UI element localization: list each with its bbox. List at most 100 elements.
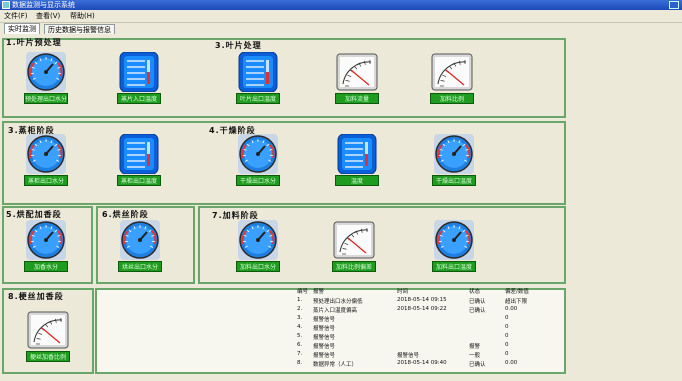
dial-gauge-icon [434,220,474,260]
table-row[interactable]: 6. 报警信号 报警 0 [283,342,563,351]
gauge-steam-outlet-moisture: 蒸柜出口水分 [22,134,70,186]
menu-help[interactable]: 帮助(H) [70,10,95,22]
dial-gauge-icon [26,134,66,174]
table-cell: 数据异常（人工） [313,362,358,368]
minimize-button[interactable] [669,1,679,9]
alarm-table-header: 编号 报警 时间 状态 偏差/数值 [283,287,563,296]
gauge-label: 烘丝出口水分 [118,261,162,272]
table-cell: 一般 [469,353,481,359]
table-cell: 报警信号 [313,353,336,359]
table-cell: 报警信号 [397,353,420,359]
gauge-steam-inlet-temp: 蒸片入口温度 [115,52,163,104]
gauge-pretreat-moisture: 预处理出口水分 [22,52,70,104]
gauge-label: 叶片出口温度 [236,93,280,104]
dial-gauge-icon [434,134,474,174]
table-cell: 2018-05-14 09:22 [397,306,447,312]
panel-leaf-processing [2,38,566,118]
gauge-label: 梗丝加香比例 [26,351,70,362]
table-row[interactable]: 5. 报警信号 0 [283,333,563,342]
table-cell: 报警 [469,344,481,350]
table-row[interactable]: 2. 蒸片入口温度偏高 2018-05-14 09:22 已确认 0.00 [283,306,563,315]
gauge-label: 加香水分 [24,261,68,272]
table-cell: 报警信号 [313,317,336,323]
table-cell: 2018-05-14 09:40 [397,360,447,366]
menu-bar: 文件(F) 查看(V) 帮助(H) [0,10,682,23]
gauge-dry-outlet-moisture: 干燥出口水分 [234,134,282,186]
dial-gauge-icon [238,134,278,174]
table-cell: 报警信号 [313,326,336,332]
gauge-dry-outlet-temp: 干燥出口温度 [430,134,478,186]
table-row[interactable]: 4. 报警信号 0 [283,324,563,333]
panel-title-1: 1.叶片预处理 [6,38,62,47]
window-title: 数据监测与显示系统 [12,1,75,9]
tab-strip: 实时监测 历史数据与报警信息 [0,23,682,35]
table-row[interactable]: 3. 报警信号 0 [283,315,563,324]
table-row[interactable]: 1. 预处理出口水分偏低 2018-05-14 09:15 已确认 超出下限 [283,297,563,306]
gauge-feed-ratio-deviation: 加料比例偏差 [330,220,378,272]
table-cell: 已确认 [469,308,486,314]
gauge-leaf-outlet-temp: 叶片出口温度 [234,52,282,104]
gauge-temperature: 温度 [333,134,381,186]
meter-gauge-icon [27,311,69,349]
digital-gauge-icon [238,52,278,92]
table-cell: 2018-05-14 09:15 [397,297,447,303]
alarm-table: 编号 报警 时间 状态 偏差/数值 1. 预处理出口水分偏低 2018-05-14 … [283,287,563,377]
header-cell: 时间 [397,289,409,295]
dial-gauge-icon [120,220,160,260]
table-cell: 0.00 [505,306,518,312]
table-cell: 已确认 [469,362,486,368]
panel-title-5: 5.烘配加香段 [6,210,62,219]
gauge-label: 干燥出口水分 [236,175,280,186]
table-cell: 6. [297,342,303,348]
title-bar: 数据监测与显示系统 [0,0,682,10]
gauge-cut-outlet-moisture: 烘丝出口水分 [116,220,164,272]
table-cell: 8. [297,360,303,366]
digital-gauge-icon [119,134,159,174]
table-cell: 蒸片入口温度偏高 [313,308,358,314]
header-cell: 状态 [469,289,481,295]
gauge-label: 温度 [335,175,379,186]
header-cell: 报警 [313,289,325,295]
header-cell: 偏差/数值 [505,289,529,295]
meter-gauge-icon [336,53,378,91]
panel-title-6: 6.烘丝阶段 [102,210,149,219]
gauge-label: 加料出口水分 [236,261,280,272]
header-cell: 编号 [297,289,309,295]
gauge-label: 蒸柜出口温度 [117,175,161,186]
main-content: 1.叶片预处理 3.叶片处理 3.蒸柜阶段 4.干燥阶段 5.烘配加香段 6.烘… [0,34,682,381]
table-cell: 预处理出口水分偏低 [313,299,363,305]
gauge-label: 蒸柜出口水分 [24,175,68,186]
gauge-label: 加料出口温度 [432,261,476,272]
table-cell: 报警信号 [313,344,336,350]
table-cell: 0 [505,315,509,321]
gauge-stem-flavor-ratio: 梗丝加香比例 [24,310,72,362]
dial-gauge-icon [26,52,66,92]
gauge-label: 蒸片入口温度 [117,93,161,104]
gauge-feed-flow: 加料流量 [333,52,381,104]
gauge-steam-outlet-temp: 蒸柜出口温度 [115,134,163,186]
meter-gauge-icon [333,221,375,259]
menu-view[interactable]: 查看(V) [36,10,60,22]
table-cell: 0.00 [505,360,518,366]
table-cell: 报警信号 [313,335,336,341]
table-cell: 7. [297,351,303,357]
gauge-label: 加料比例偏差 [332,261,376,272]
digital-gauge-icon [119,52,159,92]
table-row[interactable]: 7. 报警信号 报警信号 一般 0 [283,351,563,360]
gauge-label: 加料比例 [430,93,474,104]
gauge-feed-ratio: 加料比例 [428,52,476,104]
table-row[interactable]: 8. 数据异常（人工） 2018-05-14 09:40 已确认 0.00 [283,360,563,369]
menu-file[interactable]: 文件(F) [4,10,28,22]
table-cell: 5. [297,333,303,339]
table-cell: 1. [297,297,303,303]
gauge-feed-outlet-temp: 加料出口温度 [430,220,478,272]
panel-title-3a: 3.叶片处理 [215,41,262,50]
table-cell: 超出下限 [505,299,528,305]
table-cell: 2. [297,306,303,312]
table-cell: 0 [505,333,509,339]
panel-title-8: 8.梗丝加香段 [8,292,64,301]
meter-gauge-icon [431,53,473,91]
table-cell: 0 [505,324,509,330]
digital-gauge-icon [337,134,377,174]
gauge-label: 预处理出口水分 [24,93,68,104]
